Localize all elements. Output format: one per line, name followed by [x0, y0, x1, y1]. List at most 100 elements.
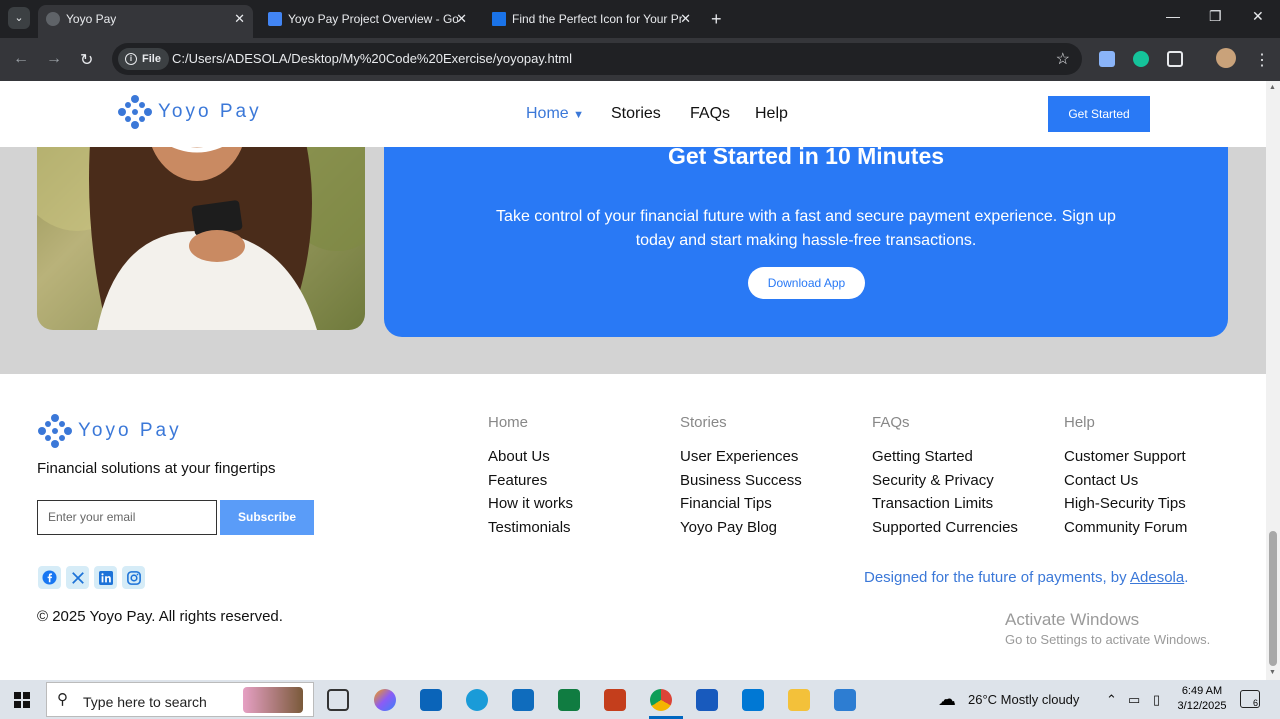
tab-title: Yoyo Pay Project Overview - Go — [288, 12, 458, 26]
footer-link[interactable]: High-Security Tips — [1064, 492, 1187, 516]
tab-project-overview[interactable]: Yoyo Pay Project Overview - Go ✕ — [260, 5, 475, 35]
author-link[interactable]: Adesola — [1130, 569, 1184, 586]
activate-windows-watermark: Activate Windows Go to Settings to activ… — [1005, 610, 1210, 647]
vscode-icon[interactable] — [742, 689, 764, 711]
word-icon[interactable] — [696, 689, 718, 711]
excel-icon[interactable] — [558, 689, 580, 711]
notifications-button[interactable]: 6 — [1240, 690, 1260, 708]
restore-button[interactable]: ❐ — [1209, 8, 1222, 25]
footer-link[interactable]: Features — [488, 469, 573, 493]
nav-stories[interactable]: Stories — [611, 105, 661, 123]
window-close-button[interactable]: ✕ — [1252, 8, 1264, 25]
powerpoint-icon[interactable] — [604, 689, 626, 711]
subscribe-button[interactable]: Subscribe — [220, 500, 314, 535]
footer-link[interactable]: Getting Started — [872, 445, 1018, 469]
taskbar-search[interactable]: ⚲ Type here to search — [46, 682, 314, 717]
notification-count: 6 — [1252, 698, 1258, 708]
extension-docs-icon[interactable] — [1099, 51, 1115, 67]
scroll-up-icon[interactable]: ▲ — [1269, 84, 1276, 91]
store-icon[interactable] — [512, 689, 534, 711]
footer-tagline: Financial solutions at your fingertips — [37, 460, 276, 477]
footer-column-stories: Stories User Experiences Business Succes… — [680, 414, 802, 539]
facebook-icon[interactable] — [38, 566, 61, 589]
address-bar[interactable]: i File C:/Users/ADESOLA/Desktop/My%20Cod… — [112, 43, 1082, 75]
footer-link[interactable]: Security & Privacy — [872, 469, 1018, 493]
cta-title: Get Started in 10 Minutes — [667, 143, 945, 169]
footer-link[interactable]: Testimonials — [488, 516, 573, 540]
photos-icon[interactable] — [834, 689, 856, 711]
footer-link[interactable]: Customer Support — [1064, 445, 1187, 469]
site-navbar: Yoyo Pay Home ▼ Stories FAQs Help Get St… — [0, 81, 1266, 147]
profile-avatar[interactable] — [1216, 48, 1236, 68]
weather-text[interactable]: 26°C Mostly cloudy — [968, 692, 1079, 707]
page-scrollbar[interactable]: ▲ ▼ — [1266, 81, 1280, 680]
download-app-button[interactable]: Download App — [748, 267, 865, 299]
watermark-subtitle: Go to Settings to activate Windows. — [1005, 632, 1211, 647]
info-icon: i — [125, 53, 137, 65]
reload-icon[interactable]: ↻ — [80, 50, 93, 70]
file-explorer-icon[interactable] — [788, 689, 810, 711]
star-icon[interactable]: ☆ — [1056, 49, 1070, 69]
close-icon[interactable]: ✕ — [234, 5, 245, 33]
copilot-icon[interactable] — [374, 689, 396, 711]
edge-icon[interactable] — [466, 689, 488, 711]
footer-logo-text: Yoyo Pay — [78, 420, 182, 441]
footer-column-help: Help Customer Support Contact Us High-Se… — [1064, 414, 1187, 539]
footer-link[interactable]: About Us — [488, 445, 573, 469]
footer-link[interactable]: Business Success — [680, 469, 802, 493]
windows-start-icon[interactable] — [14, 692, 30, 708]
minimize-button[interactable]: — — [1166, 8, 1180, 24]
search-icon: ⚲ — [57, 691, 68, 708]
tab-yoyo-pay[interactable]: Yoyo Pay ✕ — [38, 5, 253, 38]
footer-link[interactable]: Financial Tips — [680, 492, 802, 516]
outlook-icon[interactable] — [420, 689, 442, 711]
designed-prefix: Designed for the future of payments, by — [864, 569, 1130, 586]
forward-icon[interactable]: → — [46, 50, 62, 68]
get-started-button[interactable]: Get Started — [1048, 96, 1150, 132]
grammarly-icon[interactable] — [1133, 51, 1149, 67]
footer-link[interactable]: Community Forum — [1064, 516, 1187, 540]
network-icon[interactable]: ▭ — [1128, 692, 1140, 708]
site-info-chip[interactable]: i File — [118, 48, 169, 70]
column-heading: Help — [1064, 414, 1095, 431]
battery-icon[interactable]: ▯ — [1153, 692, 1160, 708]
tab-find-icon[interactable]: Find the Perfect Icon for Your Pr ✕ — [484, 5, 699, 35]
extensions-puzzle-icon[interactable] — [1167, 51, 1183, 67]
chrome-icon[interactable] — [650, 689, 672, 711]
scroll-down-icon[interactable]: ▼ — [1269, 669, 1276, 676]
clock[interactable]: 6:49 AM 3/12/2025 — [1177, 684, 1227, 714]
footer-logo[interactable]: Yoyo Pay — [38, 414, 182, 448]
copyright-text: © 2025 Yoyo Pay. All rights reserved. — [37, 608, 283, 625]
new-tab-button[interactable]: + — [711, 9, 722, 30]
close-icon[interactable]: ✕ — [456, 5, 467, 33]
footer-link[interactable]: How it works — [488, 492, 573, 516]
nav-help[interactable]: Help — [755, 105, 788, 123]
site-logo[interactable]: Yoyo Pay — [118, 95, 262, 129]
designed-by-text: Designed for the future of payments, by … — [864, 569, 1188, 586]
nav-faqs[interactable]: FAQs — [690, 105, 730, 123]
designed-suffix: . — [1184, 569, 1189, 586]
footer-link[interactable]: Contact Us — [1064, 469, 1187, 493]
yoyo-logo-icon — [118, 95, 152, 129]
email-input[interactable]: Enter your email — [37, 500, 217, 535]
footer-link[interactable]: Transaction Limits — [872, 492, 1018, 516]
footer-link[interactable]: Supported Currencies — [872, 516, 1018, 540]
footer-link[interactable]: User Experiences — [680, 445, 802, 469]
scrollbar-thumb[interactable] — [1269, 531, 1277, 666]
instagram-icon[interactable] — [122, 566, 145, 589]
x-icon[interactable] — [66, 566, 89, 589]
tab-search-button[interactable]: ⌄ — [8, 7, 30, 29]
back-icon[interactable]: ← — [13, 50, 29, 68]
url-text[interactable]: C:/Users/ADESOLA/Desktop/My%20Code%20Exe… — [172, 51, 572, 66]
tab-title: Yoyo Pay — [66, 12, 117, 26]
task-view-icon[interactable] — [327, 689, 349, 711]
menu-kebab-icon[interactable]: ⋮ — [1254, 50, 1270, 70]
nav-home[interactable]: Home ▼ — [526, 105, 584, 123]
footer-link[interactable]: Yoyo Pay Blog — [680, 516, 802, 540]
chip-label: File — [142, 53, 161, 65]
yoyo-logo-icon — [38, 414, 72, 448]
linkedin-icon[interactable] — [94, 566, 117, 589]
close-icon[interactable]: ✕ — [680, 5, 691, 33]
logo-text: Yoyo Pay — [158, 101, 262, 122]
chevron-up-icon[interactable]: ⌃ — [1106, 692, 1117, 708]
